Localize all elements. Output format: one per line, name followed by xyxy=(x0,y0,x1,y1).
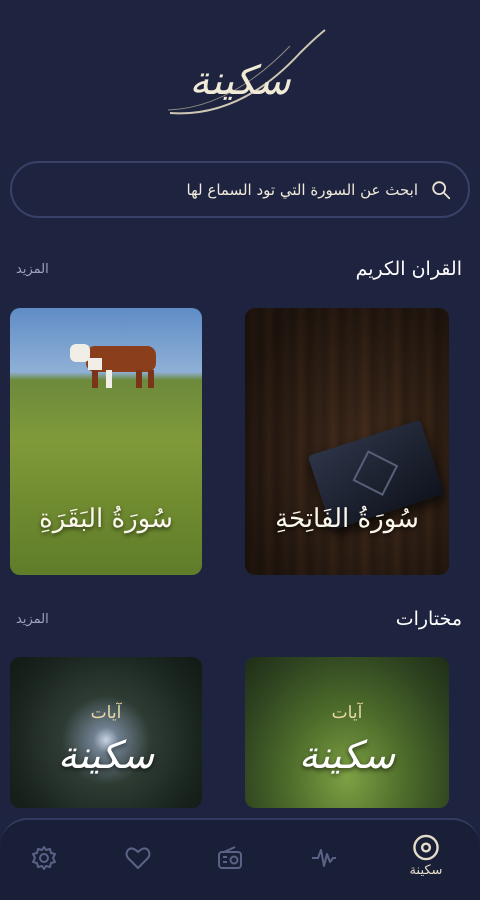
sakina-card-2-title: سكينة xyxy=(57,733,155,777)
surah-caption-baqarah: سُورَةُ البَقَرَةِ xyxy=(39,504,173,534)
section-title-picks: مختارات xyxy=(395,608,462,630)
cow-image xyxy=(70,344,156,388)
nav-item-radio[interactable] xyxy=(208,844,252,888)
search-placeholder[interactable]: ابحث عن السورة التي تود السماع لها xyxy=(187,181,418,199)
disc-icon xyxy=(413,834,439,861)
surah-card-fatiha[interactable]: سُورَةُ الفَاتِحَةِ xyxy=(245,308,449,575)
more-link-quran[interactable]: المزيد xyxy=(16,262,49,277)
nav-item-favorites[interactable] xyxy=(116,844,160,888)
waveform-icon xyxy=(312,849,336,867)
sakina-card-1[interactable]: آيات سكينة xyxy=(245,657,449,808)
radio-icon xyxy=(218,846,242,869)
app-logo: سكينة xyxy=(150,18,330,128)
search-bar[interactable]: ابحث عن السورة التي تود السماع لها xyxy=(10,161,470,218)
gear-icon xyxy=(32,846,56,870)
nav-item-waveform[interactable] xyxy=(302,844,346,888)
book-emblem xyxy=(352,450,399,496)
heart-icon xyxy=(125,847,151,869)
section-title-quran: القران الكريم xyxy=(355,258,462,280)
search-icon[interactable] xyxy=(430,179,452,201)
sakina-card-1-small: آيات xyxy=(331,703,363,723)
sakina-card-2[interactable]: آيات سكينة xyxy=(10,657,202,808)
sakina-card-1-title: سكينة xyxy=(298,733,396,777)
surah-card-baqarah[interactable]: سُورَةُ البَقَرَةِ xyxy=(10,308,202,575)
bottom-nav: سكينة xyxy=(0,818,480,900)
nav-item-sakina[interactable]: سكينة xyxy=(404,834,448,878)
more-link-picks[interactable]: المزيد xyxy=(16,612,49,627)
logo-text: سكينة xyxy=(189,58,291,104)
surah-caption-fatiha: سُورَةُ الفَاتِحَةِ xyxy=(275,504,419,534)
nav-label-sakina: سكينة xyxy=(409,863,443,878)
nav-item-settings[interactable] xyxy=(22,844,66,888)
sakina-card-2-small: آيات xyxy=(90,703,122,723)
